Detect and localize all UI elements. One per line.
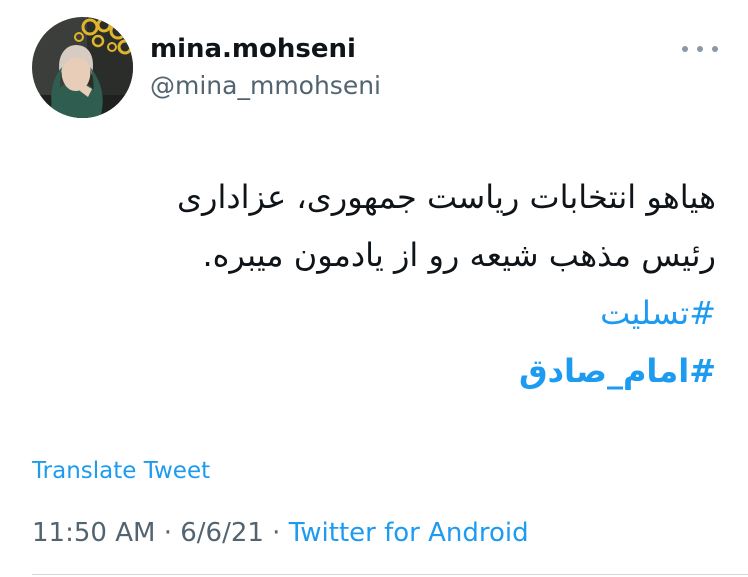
more-horizontal-icon-dot-3 [712,46,718,52]
divider [32,574,748,575]
more-horizontal-icon [682,46,688,52]
tweet-text: هیاهو انتخابات ریاست جمهوری، عزاداری رئی… [26,168,716,400]
tweet-metadata: 11:50 AM · 6/6/21 · Twitter for Android [32,516,529,550]
avatar-image [32,17,133,118]
tweet-text-line-1: هیاهو انتخابات ریاست جمهوری، عزاداری [176,178,716,216]
tweet-date[interactable]: 6/6/21 [180,518,264,548]
meta-separator-2: · [272,518,281,548]
translate-tweet-link[interactable]: Translate Tweet [32,455,210,487]
hashtag-link-condolence[interactable]: #تسلیت [26,284,716,342]
tweet-source-link[interactable]: Twitter for Android [289,518,529,548]
more-options-button[interactable] [682,40,718,58]
avatar[interactable] [32,17,133,118]
display-name[interactable]: mina.mohseni [150,33,356,65]
meta-separator: · [163,518,172,548]
more-horizontal-icon-dot-2 [697,46,703,52]
tweet-text-line-2: رئیس مذهب شیعه رو از یادمون میبره. [202,236,716,274]
tweet-time[interactable]: 11:50 AM [32,518,155,548]
hashtag-link-imam-sadiq[interactable]: #امام_صادق [26,342,716,400]
user-handle[interactable]: @mina_mmohseni [150,70,381,102]
